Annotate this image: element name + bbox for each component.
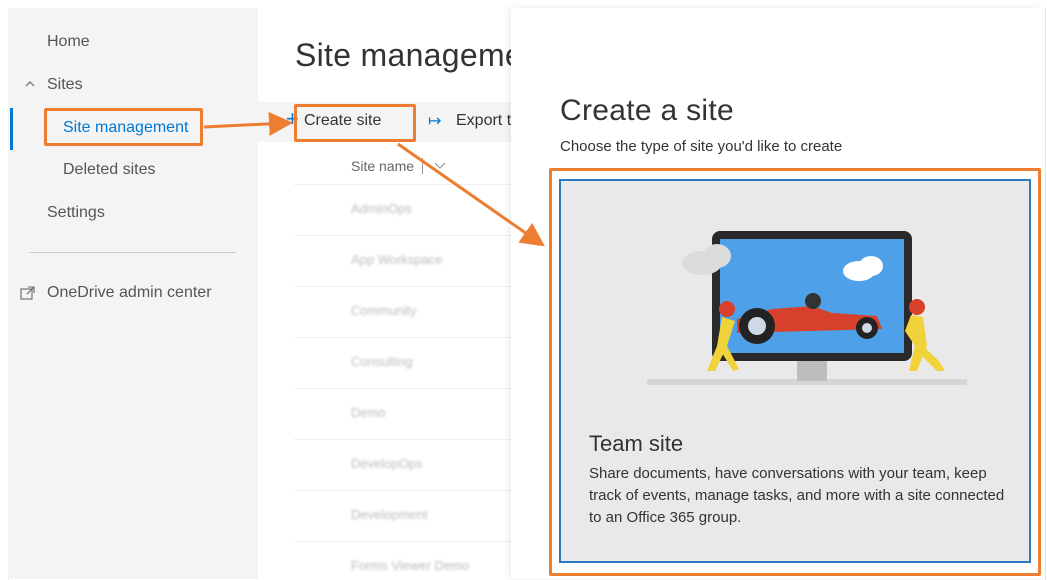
table-row[interactable]: DevelopOps bbox=[294, 440, 511, 491]
nav-deleted-sites[interactable]: Deleted sites bbox=[63, 161, 156, 179]
site-name-cell: DevelopOps bbox=[351, 456, 423, 471]
table-row[interactable]: App Workspace bbox=[294, 236, 511, 287]
table-row[interactable]: Development bbox=[294, 491, 511, 542]
site-name-cell: Community bbox=[351, 303, 417, 318]
export-button[interactable]: ↦ Export t bbox=[428, 112, 511, 130]
panel-title: Create a site bbox=[560, 94, 734, 127]
site-name-cell: Forms Viewer Demo bbox=[351, 558, 470, 573]
create-site-panel: Create a site Choose the type of site yo… bbox=[511, 8, 1044, 579]
nav-divider bbox=[29, 252, 236, 253]
table-row[interactable]: AdminOps bbox=[294, 185, 511, 236]
site-name-cell: Development bbox=[351, 507, 428, 522]
column-divider bbox=[422, 158, 423, 174]
card-description: Share documents, have conversations with… bbox=[589, 465, 1005, 526]
card-title: Team site bbox=[589, 431, 684, 456]
nav-home-label: Home bbox=[47, 33, 90, 50]
nav-active-indicator bbox=[10, 108, 13, 150]
chevron-down-icon bbox=[434, 162, 446, 169]
panel-subtitle: Choose the type of site you'd like to cr… bbox=[560, 138, 843, 155]
nav-home[interactable]: Home bbox=[47, 33, 90, 51]
chevron-up-icon bbox=[25, 81, 35, 87]
site-name-cell: Demo bbox=[351, 405, 386, 420]
team-site-card[interactable]: Team site Share documents, have conversa… bbox=[559, 179, 1031, 563]
external-link-icon bbox=[20, 286, 35, 300]
left-nav: Home Sites Site management Deleted sites… bbox=[8, 8, 258, 579]
nav-deleted-sites-label: Deleted sites bbox=[63, 161, 156, 178]
callout-highlight-site-management bbox=[44, 108, 203, 146]
table-row[interactable]: Community bbox=[294, 287, 511, 338]
team-site-illustration bbox=[647, 231, 967, 385]
nav-sites[interactable]: Sites bbox=[25, 76, 83, 94]
nav-settings[interactable]: Settings bbox=[47, 204, 105, 222]
site-name-cell: Consulting bbox=[351, 354, 413, 369]
export-label: Export t bbox=[456, 112, 511, 129]
nav-onedrive-label: OneDrive admin center bbox=[47, 284, 212, 301]
site-name-cell: AdminOps bbox=[351, 201, 412, 216]
nav-onedrive-admin-center[interactable]: OneDrive admin center bbox=[20, 284, 212, 302]
column-header-site-name[interactable]: Site name bbox=[294, 148, 511, 185]
nav-settings-label: Settings bbox=[47, 204, 105, 221]
page-title: Site manageme bbox=[295, 37, 511, 73]
column-header-label: Site name bbox=[351, 158, 415, 174]
table-row[interactable]: Demo bbox=[294, 389, 511, 440]
main-content: Site manageme + Create site ↦ Export t S… bbox=[258, 8, 511, 579]
export-arrow-icon: ↦ bbox=[428, 113, 442, 130]
callout-highlight-create-site bbox=[294, 104, 416, 142]
table-row[interactable]: Forms Viewer Demo bbox=[294, 542, 511, 579]
table-row[interactable]: Consulting bbox=[294, 338, 511, 389]
site-name-cell: App Workspace bbox=[351, 252, 443, 267]
nav-sites-label: Sites bbox=[47, 76, 83, 93]
